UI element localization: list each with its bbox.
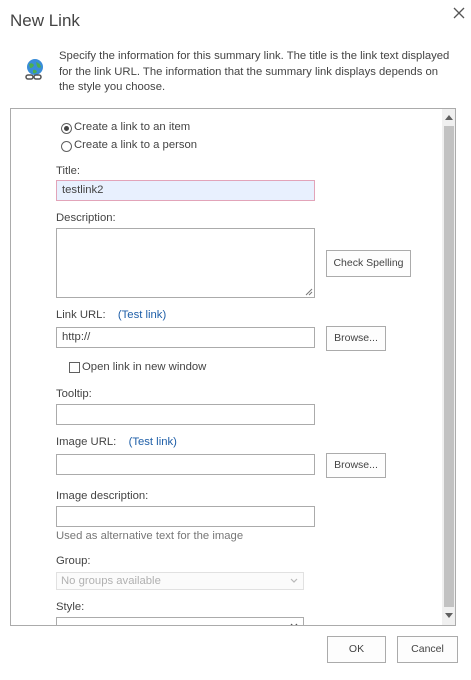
link-url-label-text: Link URL: xyxy=(56,309,106,321)
ok-button[interactable]: OK xyxy=(327,636,386,663)
image-url-input[interactable] xyxy=(56,454,315,475)
image-description-input[interactable] xyxy=(56,506,315,527)
globe-link-icon xyxy=(25,59,43,80)
open-new-window-label[interactable]: Open link in new window xyxy=(82,361,206,373)
vertical-scrollbar[interactable] xyxy=(442,109,455,625)
dialog-title: New Link xyxy=(10,11,80,30)
scrollbar-thumb[interactable] xyxy=(444,126,454,607)
title-label: Title: xyxy=(56,165,81,177)
image-description-label: Image description: xyxy=(56,490,149,502)
image-url-label: Image URL: (Test link) xyxy=(56,436,177,448)
chevron-down-icon xyxy=(290,578,298,583)
chevron-down-icon[interactable] xyxy=(445,613,453,618)
link-url-browse-button[interactable]: Browse... xyxy=(326,326,386,351)
image-description-hint: Used as alternative text for the image xyxy=(56,530,244,542)
radio-link-person[interactable] xyxy=(61,141,72,152)
radio-link-item-label[interactable]: Create a link to an item xyxy=(74,121,190,133)
link-url-input[interactable]: http:// xyxy=(56,327,315,348)
cancel-button[interactable]: Cancel xyxy=(397,636,458,663)
image-url-label-text: Image URL: xyxy=(56,436,117,448)
chevron-up-icon[interactable] xyxy=(445,115,453,120)
chevron-down-icon xyxy=(290,623,298,625)
link-url-label: Link URL: (Test link) xyxy=(56,309,166,321)
description-label: Description: xyxy=(56,212,116,224)
tooltip-label: Tooltip: xyxy=(56,388,92,400)
intro-text: Specify the information for this summary… xyxy=(59,50,450,93)
close-icon[interactable] xyxy=(452,6,466,20)
link-url-test-link[interactable]: (Test link) xyxy=(118,309,166,321)
style-select[interactable] xyxy=(56,617,304,625)
radio-link-person-label[interactable]: Create a link to a person xyxy=(74,139,197,151)
open-new-window-checkbox[interactable] xyxy=(69,362,80,373)
image-url-browse-button[interactable]: Browse... xyxy=(326,453,386,478)
description-textarea[interactable] xyxy=(56,228,315,298)
style-label: Style: xyxy=(56,601,85,613)
group-select: No groups available xyxy=(56,572,304,590)
tooltip-input[interactable] xyxy=(56,404,315,425)
check-spelling-button[interactable]: Check Spelling xyxy=(326,250,411,277)
resize-grip-icon[interactable] xyxy=(305,288,313,296)
group-select-value: No groups available xyxy=(61,575,161,587)
radio-link-item[interactable] xyxy=(61,123,72,134)
form-frame: Create a link to an item Create a link t… xyxy=(10,108,456,626)
title-input[interactable]: testlink2 xyxy=(56,180,315,201)
group-label: Group: xyxy=(56,555,91,567)
image-url-test-link[interactable]: (Test link) xyxy=(129,436,177,448)
